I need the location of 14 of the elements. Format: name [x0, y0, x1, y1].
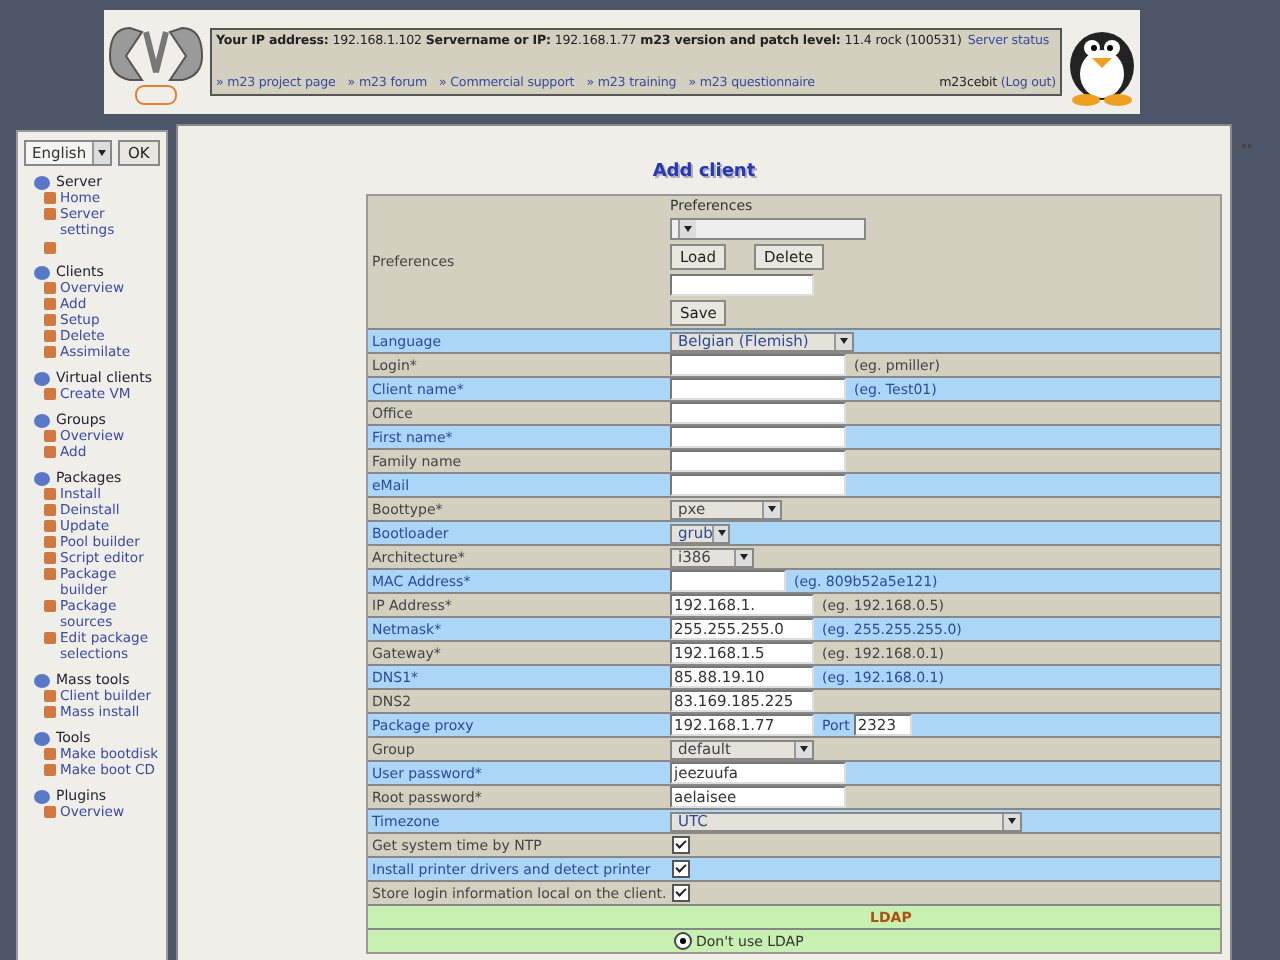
input-field[interactable]: [670, 426, 846, 448]
input-field[interactable]: [670, 354, 846, 376]
input-field[interactable]: [670, 474, 846, 496]
input-field[interactable]: [670, 378, 846, 400]
preference-name-field[interactable]: [670, 274, 814, 296]
input-field[interactable]: [670, 402, 846, 424]
input-field[interactable]: [670, 570, 786, 592]
preferences-select[interactable]: [670, 218, 866, 240]
page-title: Add client: [650, 162, 758, 182]
checkbox[interactable]: [672, 884, 690, 902]
input-field[interactable]: [670, 450, 846, 472]
checkbox[interactable]: [672, 860, 690, 878]
radio-button[interactable]: [674, 932, 692, 950]
checkbox[interactable]: [672, 836, 690, 854]
